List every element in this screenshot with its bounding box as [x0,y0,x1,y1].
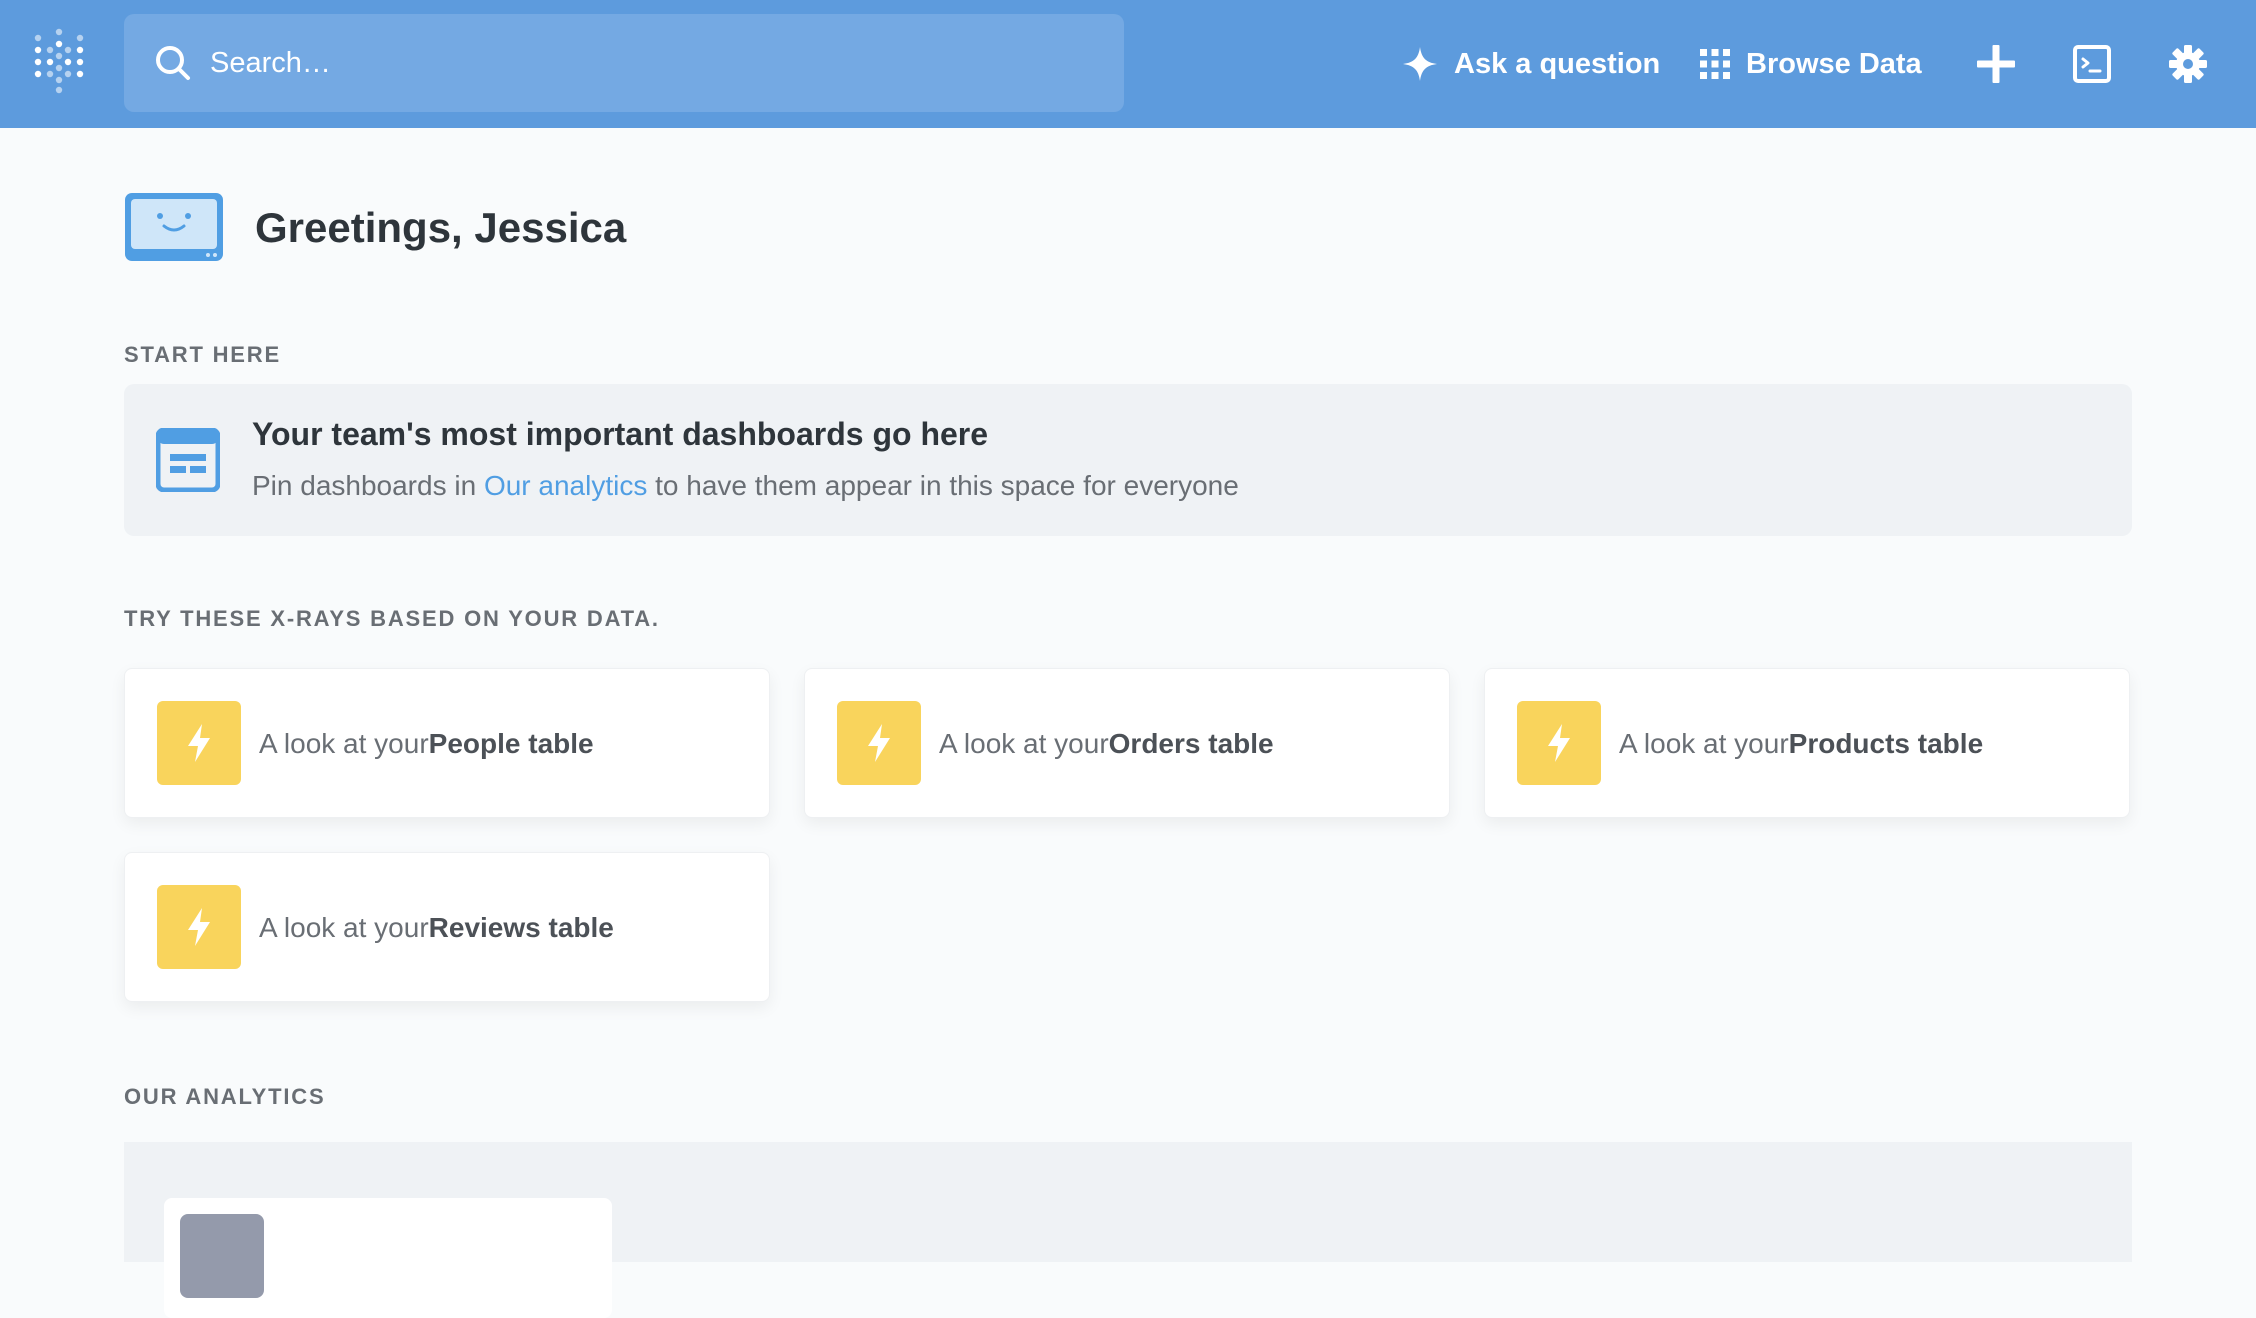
bolt-icon [837,701,921,785]
xray-prefix: A look at your [939,728,1109,759]
xray-card-orders[interactable]: A look at your Orders table [804,668,1450,818]
search-icon [156,46,190,80]
top-nav: Search… Ask a question Browse Data [0,0,2256,128]
collection-icon [180,1214,264,1298]
search-bar[interactable]: Search… [124,14,1124,112]
gear-icon [2169,45,2207,83]
ask-question-button[interactable]: Ask a question [1402,0,1660,128]
xray-table-name: Reviews table [428,912,614,943]
xray-card-text: A look at your Orders table [939,669,1274,819]
metabase-logo-icon[interactable] [32,28,86,96]
our-analytics-section [124,1142,2132,1318]
xray-card-text: A look at your Reviews table [259,853,614,1003]
xray-card-reviews[interactable]: A look at your Reviews table [124,852,770,1002]
collection-card[interactable] [164,1198,612,1318]
pinned-dashboards-placeholder: Your team's most important dashboards go… [124,384,2132,536]
xray-prefix: A look at your [1619,728,1789,759]
smiling-monitor-icon [124,192,224,262]
plus-icon [1977,45,2015,83]
settings-button[interactable] [2158,0,2218,128]
xray-prefix: A look at your [259,728,429,759]
xray-table-name: Products table [1788,728,1984,759]
bolt-icon [1517,701,1601,785]
pin-desc-suffix: to have them appear in this space for ev… [647,470,1239,501]
xray-card-text: A look at your Products table [1619,669,1983,819]
dashboard-icon [155,427,221,493]
browse-data-label: Browse Data [1746,47,1922,80]
new-button[interactable] [1966,0,2026,128]
grid-icon [1700,49,1730,79]
xray-table-name: Orders table [1108,728,1274,759]
terminal-icon [2073,45,2111,83]
xray-card-text: A look at your People table [259,669,594,819]
start-here-label: START HERE [124,342,281,367]
xray-prefix: A look at your [259,912,429,943]
our-analytics-label: OUR ANALYTICS [124,1084,326,1109]
xray-card-people[interactable]: A look at your People table [124,668,770,818]
bolt-icon [157,885,241,969]
xrays-label: TRY THESE X-RAYS BASED ON YOUR DATA. [124,606,660,631]
pin-desc-prefix: Pin dashboards in [252,470,484,501]
bolt-icon [157,701,241,785]
greeting-title: Greetings, Jessica [255,204,627,251]
pin-title: Your team's most important dashboards go… [252,416,989,452]
search-input[interactable]: Search… [210,47,331,80]
xray-card-products[interactable]: A look at your Products table [1484,668,2130,818]
our-analytics-link[interactable]: Our analytics [484,470,647,501]
pin-description: Pin dashboards in Our analytics to have … [252,470,1239,502]
browse-data-button[interactable]: Browse Data [1700,0,1922,128]
native-query-button[interactable] [2062,0,2122,128]
sparkle-icon [1403,47,1437,81]
xray-table-name: People table [428,728,594,759]
ask-question-label: Ask a question [1454,47,1661,80]
